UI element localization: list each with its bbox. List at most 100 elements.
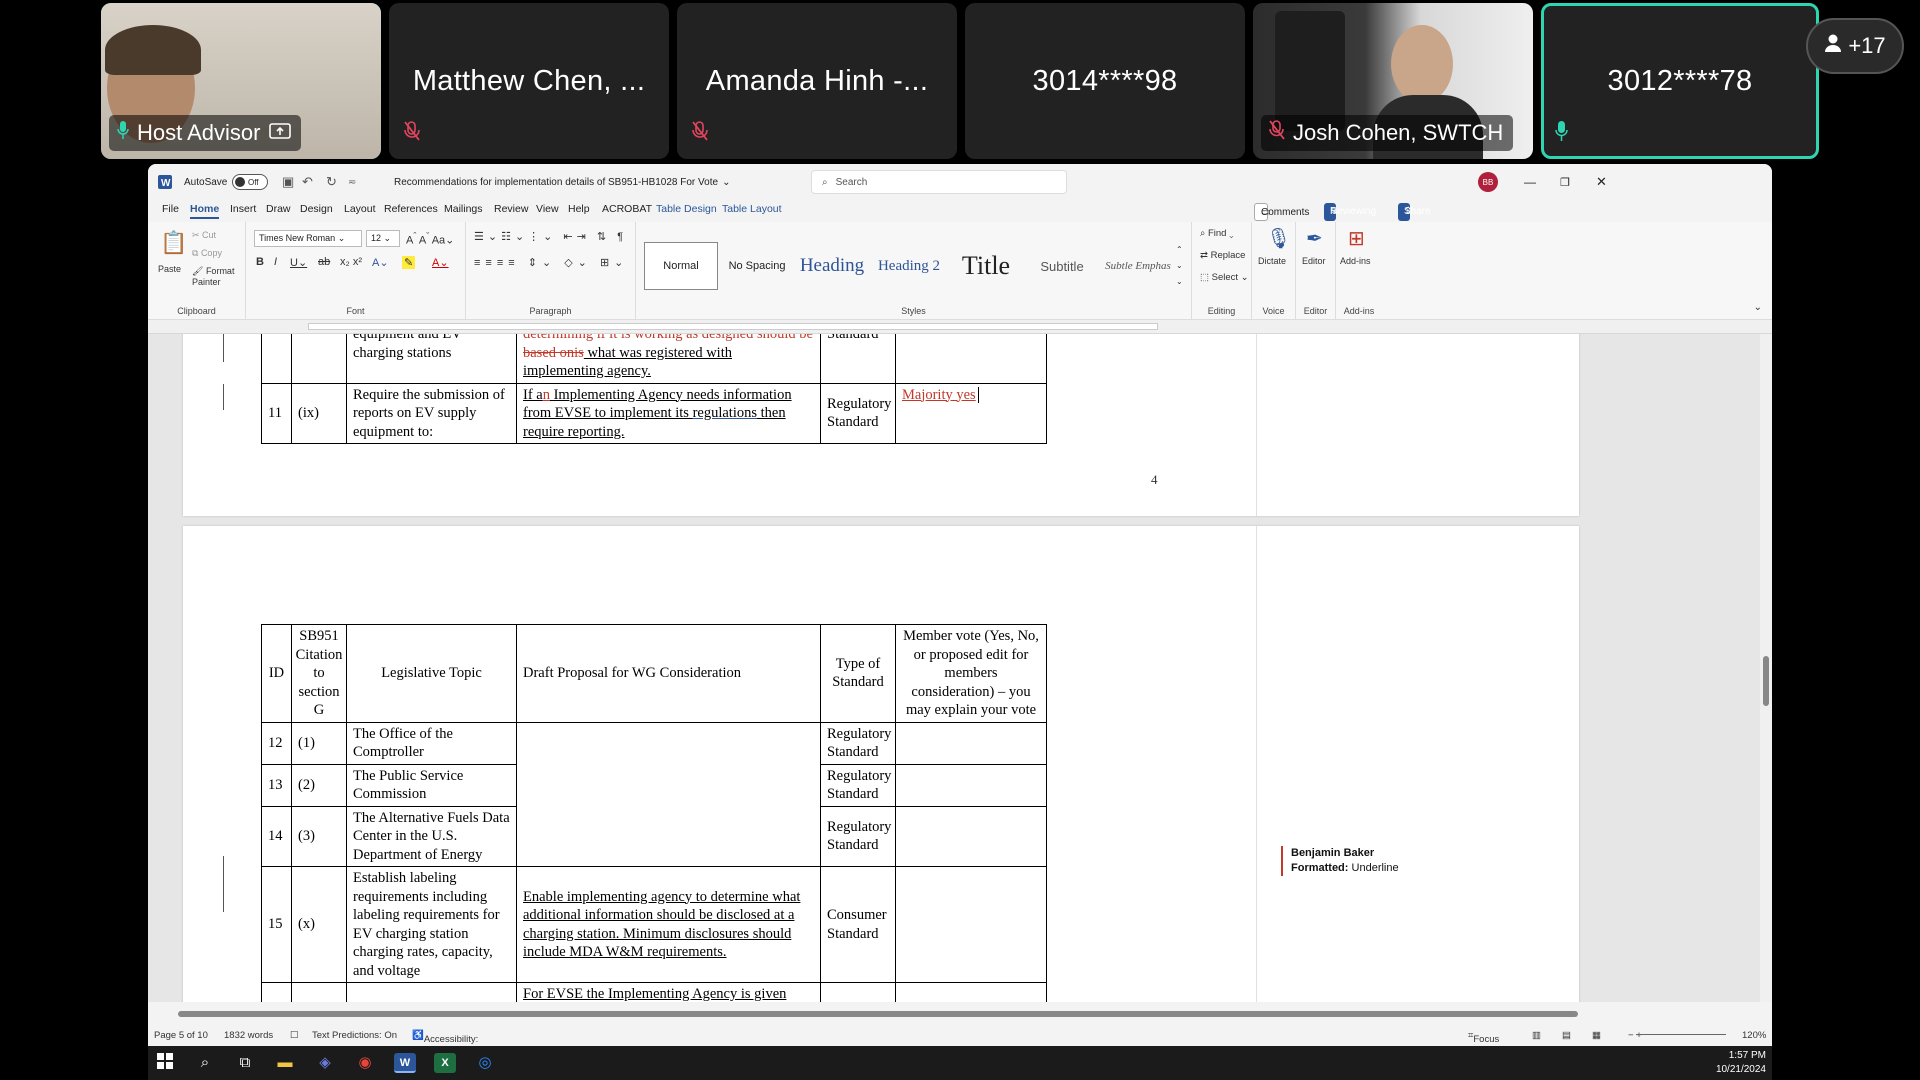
- type-cell[interactable]: Consumer Standard: [820, 866, 896, 983]
- select-button[interactable]: ⬚ Select ⌄: [1200, 272, 1249, 283]
- type-cell[interactable]: Regulatory Standard: [820, 805, 896, 867]
- collapse-ribbon-icon[interactable]: ⌄: [1754, 302, 1762, 313]
- style-heading[interactable]: Heading: [796, 242, 868, 290]
- task-view-icon[interactable]: ⧉: [234, 1053, 256, 1073]
- tab-table-design[interactable]: Table Design: [656, 203, 717, 215]
- type-cell[interactable]: Standard: [820, 334, 896, 384]
- tab-acrobat[interactable]: ACROBAT: [602, 203, 652, 215]
- customize-qat-icon[interactable]: ≂: [348, 164, 356, 200]
- tab-mailings[interactable]: Mailings: [444, 203, 483, 215]
- draft-cell[interactable]: If an Implementing Agency needs informat…: [516, 382, 821, 444]
- vote-cell[interactable]: [895, 805, 1047, 867]
- type-cell[interactable]: Regulatory Standard: [820, 721, 896, 765]
- tab-review[interactable]: Review: [494, 203, 528, 215]
- tab-table-layout[interactable]: Table Layout: [722, 203, 782, 215]
- topic-cell[interactable]: Require the submission of reports on EV …: [346, 382, 517, 444]
- draft-cell[interactable]: [516, 721, 821, 867]
- draft-cell[interactable]: determining if it is working as designed…: [516, 334, 821, 384]
- chrome-icon[interactable]: ◉: [354, 1053, 376, 1073]
- windows-start-icon[interactable]: [154, 1053, 176, 1073]
- comments-button[interactable]: ▭ Comments: [1254, 203, 1309, 221]
- participant-tile-3014[interactable]: 3014****98: [965, 3, 1245, 159]
- document-title[interactable]: Recommendations for implementation detai…: [394, 164, 730, 200]
- web-layout-icon[interactable]: ▦: [1592, 1030, 1601, 1041]
- editor-pen-icon[interactable]: ✒: [1306, 226, 1323, 251]
- restore-icon[interactable]: ❐: [1560, 164, 1570, 200]
- tab-home[interactable]: Home: [190, 203, 220, 219]
- replace-button[interactable]: ⇄ Replace: [1200, 250, 1245, 261]
- more-participants-button[interactable]: +17: [1806, 18, 1904, 74]
- addins-button[interactable]: Add-ins: [1340, 256, 1371, 266]
- style-no-spacing[interactable]: No Spacing: [722, 242, 792, 290]
- accessibility-status[interactable]: ♿ Accessibility: Investigate: [412, 1030, 478, 1046]
- style-title[interactable]: Title: [950, 242, 1022, 290]
- tab-file[interactable]: File: [162, 203, 179, 215]
- system-clock[interactable]: 1:57 PM 10/21/2024: [1716, 1049, 1766, 1077]
- vote-cell[interactable]: Majority yes: [895, 382, 1047, 444]
- file-explorer-icon[interactable]: ▬: [274, 1053, 296, 1073]
- search-input[interactable]: ⌕ Search: [811, 170, 1067, 194]
- word-count[interactable]: 1832 words: [224, 1030, 273, 1041]
- redo-icon[interactable]: ↻: [326, 164, 337, 200]
- page-count[interactable]: Page 5 of 10: [154, 1030, 208, 1041]
- style-heading-2[interactable]: Heading 2: [872, 242, 946, 290]
- subscript-icon[interactable]: x₂ x²: [340, 256, 362, 268]
- draft-cell[interactable]: For EVSE the Implementing Agency is give…: [516, 982, 821, 1002]
- styles-scroll-icon[interactable]: ⌃ ⌄ ⌄: [1176, 242, 1183, 290]
- topic-cell[interactable]: equipment and EV charging stations: [346, 334, 517, 384]
- participant-tile-amanda-hinh[interactable]: Amanda Hinh -...: [677, 3, 957, 159]
- focus-button[interactable]: ⌗ Focus: [1468, 1030, 1499, 1045]
- tab-draw[interactable]: Draw: [266, 203, 291, 215]
- strikethrough-icon[interactable]: ab: [318, 256, 330, 268]
- align-left-icon[interactable]: ≡≡≡≡ ⇕⌄ ◇⌄ ⊞⌄: [474, 256, 628, 269]
- tracked-change-balloon[interactable]: Benjamin Baker Formatted: Underline: [1281, 846, 1399, 876]
- type-cell[interactable]: Regulatory Standard: [820, 382, 896, 444]
- participant-tile-3012[interactable]: 3012****78: [1541, 3, 1819, 159]
- highlight-icon[interactable]: ✎: [402, 256, 416, 269]
- proofing-icon[interactable]: ☐: [290, 1030, 299, 1041]
- topic-cell[interactable]: The Alternative Fuels Data Center in the…: [346, 805, 517, 867]
- addins-grid-icon[interactable]: ⊞: [1348, 226, 1365, 251]
- zoom-app-icon[interactable]: ◎: [474, 1053, 496, 1073]
- style-subtitle[interactable]: Subtitle: [1026, 242, 1098, 290]
- reviewing-button[interactable]: ✎ Reviewing ⌄: [1324, 203, 1376, 221]
- autosave-toggle[interactable]: Off: [232, 164, 268, 200]
- font-size-select[interactable]: 12 ⌄: [366, 230, 400, 247]
- topic-cell[interactable]: Establish labeling requirements includin…: [346, 866, 517, 983]
- topic-cell[interactable]: The Office of the Comptroller: [346, 721, 517, 765]
- vote-cell[interactable]: [895, 721, 1047, 765]
- tab-references[interactable]: References: [384, 203, 438, 215]
- tab-insert[interactable]: Insert: [230, 203, 256, 215]
- excel-taskbar-icon[interactable]: X: [434, 1053, 456, 1073]
- vertical-scrollbar[interactable]: [1760, 334, 1772, 1002]
- close-icon[interactable]: ✕: [1596, 164, 1607, 200]
- style-normal[interactable]: Normal: [644, 242, 718, 290]
- vote-cell[interactable]: [895, 763, 1047, 807]
- cut-button[interactable]: ✂ Cut: [192, 230, 216, 241]
- tab-layout[interactable]: Layout: [344, 203, 376, 215]
- word-taskbar-icon[interactable]: W: [394, 1053, 416, 1073]
- teams-icon[interactable]: ◈: [314, 1053, 336, 1073]
- undo-icon[interactable]: ↶: [302, 164, 313, 200]
- read-mode-icon[interactable]: ▥: [1532, 1030, 1541, 1041]
- microphone-icon[interactable]: 🎙: [1266, 226, 1291, 251]
- user-avatar[interactable]: BB: [1478, 164, 1498, 200]
- tab-help[interactable]: Help: [568, 203, 590, 215]
- text-effects-icon[interactable]: A⌄: [372, 256, 389, 269]
- paste-icon[interactable]: 📋: [160, 230, 187, 256]
- participant-tile-josh-cohen[interactable]: Josh Cohen, SWTCH: [1253, 3, 1533, 159]
- text-predictions[interactable]: Text Predictions: On: [312, 1030, 397, 1041]
- topic-cell[interactable]: The Public Service Commission: [346, 763, 517, 807]
- vote-cell[interactable]: [895, 334, 1047, 384]
- copy-button[interactable]: ⧉ Copy: [192, 248, 222, 259]
- print-layout-icon[interactable]: ▤: [1562, 1030, 1571, 1041]
- style-subtle-emphasis[interactable]: Subtle Emphas: [1102, 242, 1174, 290]
- search-icon[interactable]: ⌕: [194, 1053, 216, 1073]
- type-cell[interactable]: Regulatory Standard: [820, 763, 896, 807]
- vote-cell[interactable]: [895, 866, 1047, 983]
- participant-tile-matthew-chen[interactable]: Matthew Chen, ...: [389, 3, 669, 159]
- tab-design[interactable]: Design: [300, 203, 333, 215]
- format-painter-button[interactable]: 🖌 Format Painter: [192, 266, 245, 287]
- participant-tile-host-advisor[interactable]: Host Advisor: [101, 3, 381, 159]
- zoom-slider[interactable]: − +: [1628, 1030, 1727, 1041]
